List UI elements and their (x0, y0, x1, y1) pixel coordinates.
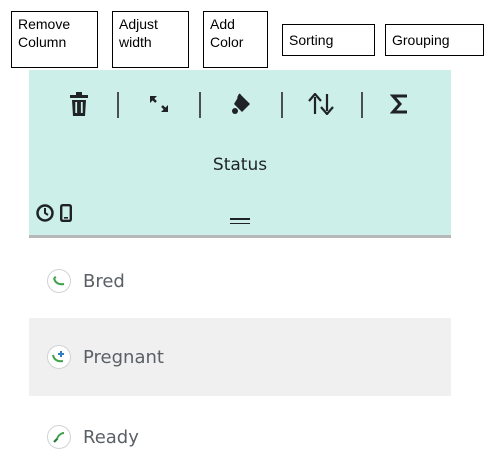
sigma-icon (390, 94, 407, 114)
drag-handle-icon[interactable] (230, 218, 250, 226)
mobile-toggle[interactable] (60, 204, 72, 222)
toolbar-separator (117, 92, 119, 118)
clock-toggle[interactable] (36, 204, 54, 222)
toolbar-separator (199, 92, 201, 118)
adjust-width-button[interactable] (142, 86, 176, 122)
ready-status-icon (47, 425, 71, 449)
list-item-label: Pregnant (83, 346, 164, 368)
paint-bucket-icon (232, 93, 250, 114)
remove-column-button[interactable] (62, 86, 96, 122)
mobile-icon (60, 204, 72, 222)
toolbar-separator (281, 92, 283, 118)
list-item-label: Bred (83, 270, 125, 292)
column-toolbar (29, 86, 451, 122)
resize-icon (150, 96, 168, 112)
toolbar-separator (361, 92, 363, 118)
sorting-button[interactable] (304, 86, 338, 122)
trash-icon (70, 92, 88, 116)
pregnant-status-icon (47, 345, 71, 369)
add-color-button[interactable] (225, 86, 259, 122)
list-item-ready[interactable]: Ready (29, 398, 451, 476)
callout-remove-column: Remove Column (11, 11, 98, 68)
list-item-bred[interactable]: Bred (29, 242, 451, 320)
callout-grouping: Grouping (385, 24, 484, 56)
column-header-panel: Status (29, 70, 451, 238)
callout-adjust-width: Adjust width (112, 11, 189, 68)
callout-sorting: Sorting (282, 24, 375, 56)
list-item-label: Ready (83, 426, 139, 448)
clock-icon (36, 204, 54, 222)
callout-add-color: Add Color (203, 11, 268, 68)
column-title: Status (212, 155, 268, 175)
bred-status-icon (47, 269, 71, 293)
grouping-button[interactable] (383, 86, 417, 122)
list-item-pregnant[interactable]: Pregnant (29, 318, 451, 396)
sort-icon (308, 93, 334, 115)
